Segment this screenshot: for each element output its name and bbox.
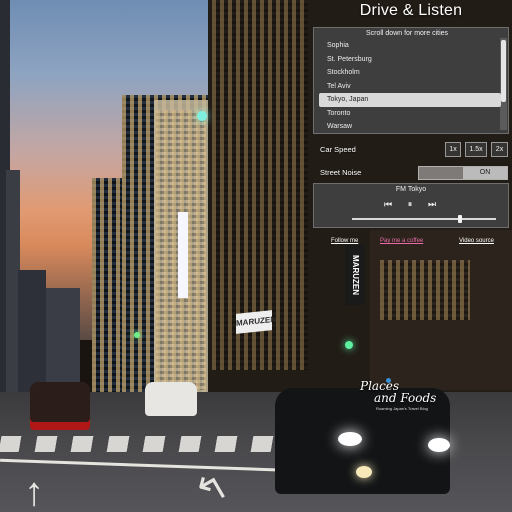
car (145, 382, 197, 416)
car (30, 382, 90, 430)
city-list-scrollbar[interactable] (500, 38, 507, 130)
pay-coffee-link[interactable]: Pay me a coffee (380, 238, 423, 244)
follow-me-link[interactable]: Follow me (331, 238, 358, 244)
street-light (345, 341, 353, 349)
toggle-state: ON (463, 167, 507, 179)
street-noise-toggle[interactable]: ON (418, 166, 508, 180)
light-sign (178, 212, 188, 298)
app-title: Drive & Listen (359, 2, 463, 19)
logo-dot (386, 378, 391, 383)
city-scroll-hint: Scroll down for more cities (365, 30, 449, 37)
street-light (197, 111, 207, 121)
vertical-store-sign: MARUZEN (345, 245, 365, 305)
building (46, 288, 80, 392)
city-option[interactable]: Stockholm (319, 66, 501, 80)
building (380, 260, 470, 320)
video-source-link[interactable]: Video source (459, 238, 494, 244)
city-option[interactable]: Toronto (319, 107, 501, 121)
city-option[interactable]: Sophia (319, 39, 501, 53)
arrow-marking: ↑ (24, 470, 44, 512)
radio-player: FM Tokyo ⏮ ⏸ ⏭ (313, 183, 509, 228)
crosswalk (0, 436, 322, 452)
speed-1x-button[interactable]: 1x (445, 142, 461, 157)
headlight (338, 432, 362, 446)
places-and-foods-logo: Places and Foods Roaming Japan's Travel … (360, 378, 440, 430)
previous-icon[interactable]: ⏮ (382, 198, 394, 210)
radio-station-name: FM Tokyo (395, 186, 427, 193)
street-noise-label: Street Noise (320, 168, 362, 177)
speed-1-5x-button[interactable]: 1.5x (465, 142, 487, 157)
city-option-selected[interactable]: Tokyo, Japan (319, 93, 501, 107)
city-option[interactable]: Warsaw (319, 120, 501, 134)
headlight (356, 466, 372, 478)
building (18, 270, 46, 392)
city-selector[interactable]: Scroll down for more cities Sophia St. P… (313, 27, 509, 134)
pause-icon[interactable]: ⏸ (404, 198, 416, 210)
logo-tagline: Roaming Japan's Travel Blog (376, 406, 428, 411)
volume-slider-handle[interactable] (458, 215, 462, 223)
building (92, 178, 122, 392)
scrollbar-thumb[interactable] (501, 40, 506, 102)
store-sign: MARUZEN (236, 310, 276, 334)
city-list[interactable]: Sophia St. Petersburg Stockholm Tel Aviv… (319, 39, 501, 134)
street-light (134, 332, 140, 338)
logo-line2: and Foods (374, 391, 437, 405)
headlight (428, 438, 450, 452)
speed-2x-button[interactable]: 2x (491, 142, 508, 157)
next-icon[interactable]: ⏭ (426, 198, 438, 210)
volume-slider[interactable] (352, 215, 496, 223)
city-option[interactable]: Tel Aviv (319, 80, 501, 94)
car-speed-label: Car Speed (320, 145, 356, 154)
city-option[interactable]: St. Petersburg (319, 53, 501, 67)
